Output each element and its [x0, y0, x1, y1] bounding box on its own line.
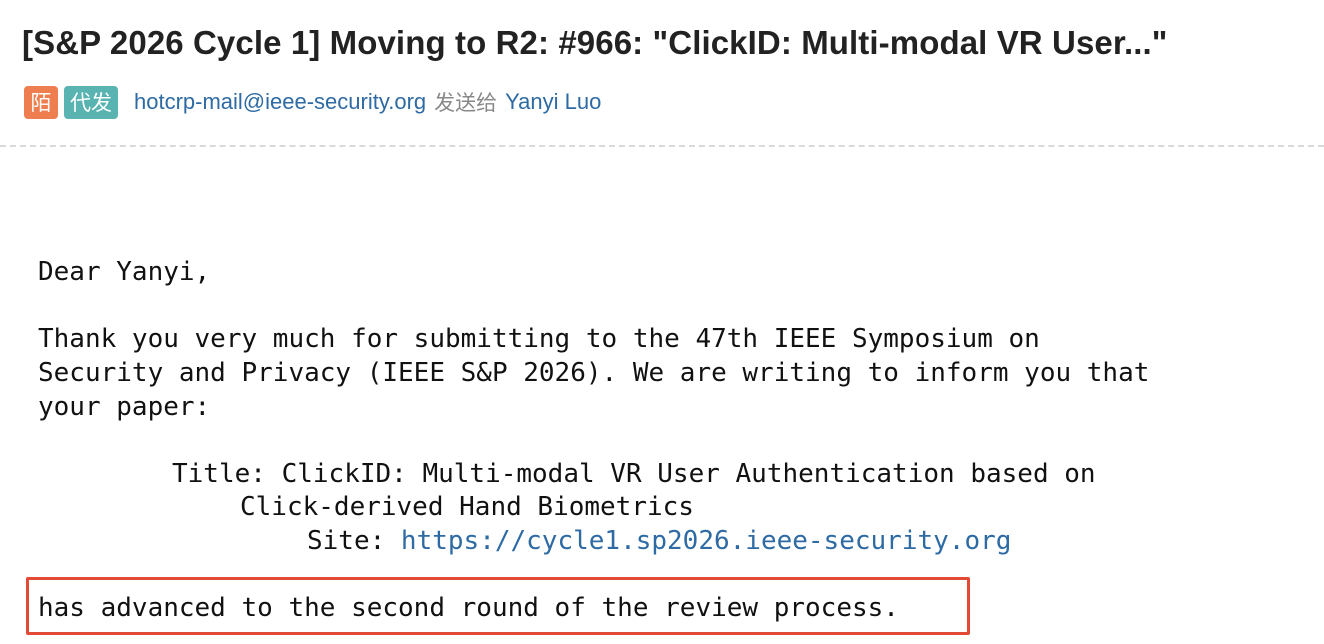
paper-title-continued: Click-derived Hand Biometrics	[240, 492, 694, 522]
site-url-link[interactable]: https://cycle1.sp2026.ieee-security.org	[401, 526, 1011, 556]
site-line: Site: https://cycle1.sp2026.ieee-securit…	[307, 524, 1011, 558]
intro-paragraph: Thank you very much for submitting to th…	[38, 322, 1149, 424]
greeting-text: Dear Yanyi,	[38, 257, 211, 287]
paragraph-line: your paper:	[38, 392, 211, 422]
email-subject: [S&P 2026 Cycle 1] Moving to R2: #966: "…	[22, 24, 1168, 61]
proxy-send-badge: 代发	[64, 85, 118, 119]
title-label: Title:	[172, 459, 282, 489]
paper-title: ClickID: Multi-modal VR User Authenticat…	[281, 459, 1096, 489]
email-meta: 陌 代发 hotcrp-mail@ieee-security.org 发送给 Y…	[24, 85, 601, 119]
result-text: has advanced to the second round of the …	[38, 593, 899, 623]
recipient-link[interactable]: Yanyi Luo	[505, 89, 601, 115]
paper-title-line: Title: ClickID: Multi-modal VR User Auth…	[172, 457, 1096, 491]
paragraph-line: Thank you very much for submitting to th…	[38, 324, 1040, 354]
paragraph-line: Security and Privacy (IEEE S&P 2026). We…	[38, 358, 1150, 388]
stranger-badge: 陌	[24, 85, 58, 119]
sender-address-link[interactable]: hotcrp-mail@ieee-security.org	[134, 89, 426, 115]
sent-to-label: 发送给	[434, 91, 498, 115]
site-label: Site:	[307, 526, 401, 556]
header-divider	[0, 145, 1324, 147]
